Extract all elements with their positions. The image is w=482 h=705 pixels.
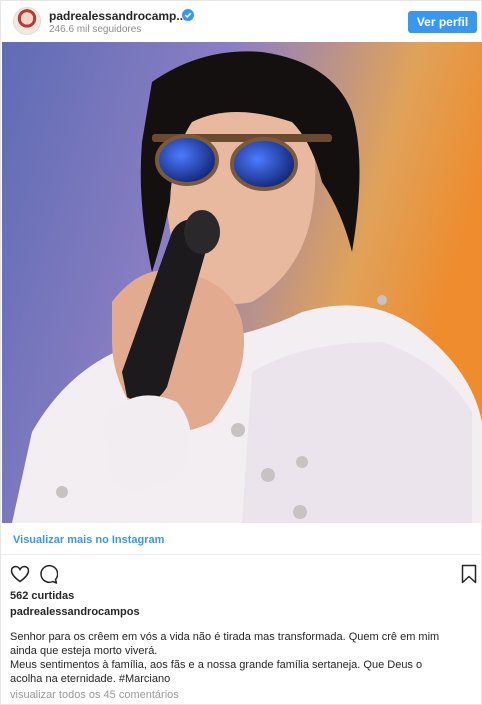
bookmark-icon[interactable]	[461, 564, 477, 584]
caption-line: acolha na eternidade. #Marciano	[10, 673, 171, 685]
post-photo[interactable]	[2, 42, 482, 523]
follower-count: 246.6 mil seguidores	[49, 24, 142, 35]
heart-icon[interactable]	[10, 565, 30, 583]
comment-icon[interactable]	[38, 564, 58, 584]
post-header: padrealessandrocamp... 246.6 mil seguido…	[1, 1, 481, 41]
username[interactable]: padrealessandrocamp...	[49, 9, 186, 23]
post-caption: Senhor para os crêem em vós a vida não é…	[10, 630, 475, 686]
instagram-embed-card: padrealessandrocamp... 246.6 mil seguido…	[0, 0, 482, 705]
avatar[interactable]	[13, 7, 41, 35]
view-more-on-instagram-link[interactable]: Visualizar mais no Instagram	[13, 534, 164, 546]
caption-line: Meus sentimentos à família, aos fãs e a …	[10, 659, 423, 671]
view-profile-button[interactable]: Ver perfil	[408, 11, 477, 33]
divider	[1, 554, 481, 555]
verified-badge-icon	[182, 9, 194, 21]
view-all-comments-link[interactable]: visualizar todos os 45 comentários	[10, 689, 179, 701]
caption-line: Senhor para os crêem em vós a vida não é…	[10, 631, 440, 643]
like-count[interactable]: 562 curtidas	[10, 590, 74, 602]
caption-line: ainda que esteja morto viverá.	[10, 645, 158, 657]
caption-username[interactable]: padrealessandrocampos	[10, 606, 140, 618]
